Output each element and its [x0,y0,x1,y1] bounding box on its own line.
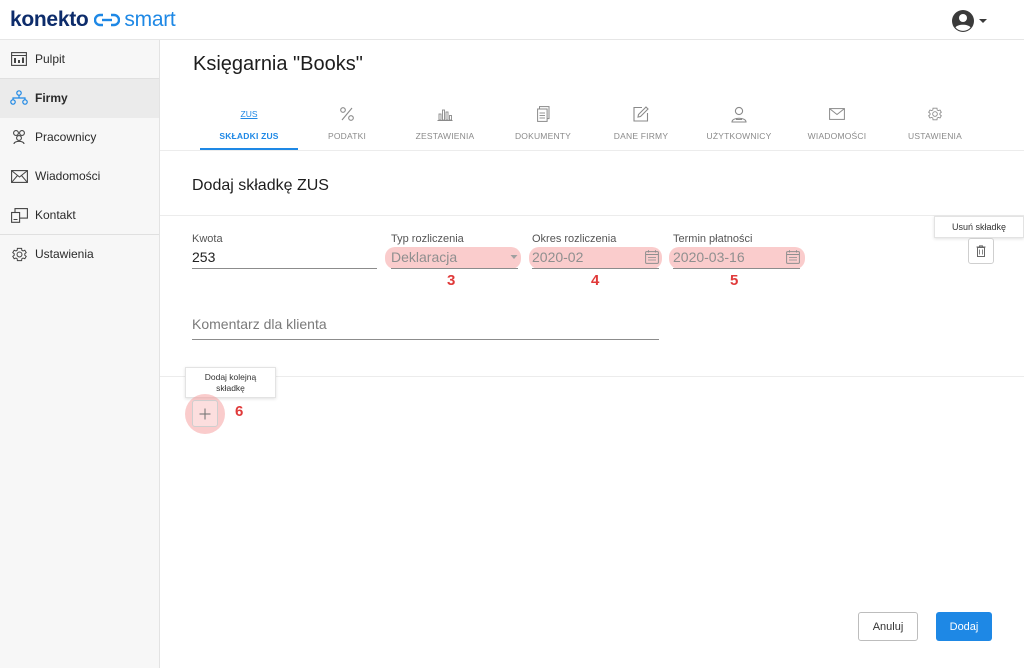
due-date-underline [673,268,800,269]
tab-label: ZESTAWIENIA [415,131,475,141]
due-date-input[interactable]: 2020-03-16 [673,248,800,266]
plus-icon [199,408,211,419]
submit-button[interactable]: Dodaj [936,612,992,641]
logo-link-icon [94,13,121,27]
bar-chart-icon [437,103,453,125]
add-tooltip: Dodaj kolejną składkę [185,367,276,398]
user-icon [731,103,747,125]
mail-icon [10,167,28,185]
companies-icon [10,89,28,107]
comment-input[interactable]: Komentarz dla klienta [192,316,659,336]
app-logo[interactable]: konekto smart [10,8,176,32]
sidebar-item-ustawienia[interactable]: Ustawienia [0,235,159,274]
section-divider [160,215,1024,216]
sidebar-item-kontakt[interactable]: Kontakt [0,196,159,235]
amount-field[interactable]: Kwota 253 [192,233,377,269]
annotation-4: 4 [591,272,600,289]
tab-ustawienia[interactable]: USTAWIENIA [886,98,984,150]
annotation-3: 3 [447,272,456,289]
main-content: Księgarnia "Books" ZUS SKŁADKI ZUS PODAT… [160,40,1024,668]
sidebar-item-label: Ustawienia [35,247,94,261]
settlement-type-text: Deklaracja [391,249,458,265]
sidebar-item-pulpit[interactable]: Pulpit [0,40,159,79]
calendar-icon[interactable] [645,250,659,264]
page-title: Księgarnia "Books" [193,53,363,75]
comment-field[interactable]: Komentarz dla klienta [192,316,659,340]
settlement-type-value[interactable]: Deklaracja [391,248,518,266]
calendar-icon[interactable] [786,250,800,264]
cancel-button[interactable]: Anuluj [858,612,918,641]
edit-icon [633,103,649,125]
sidebar-item-label: Pulpit [35,52,66,66]
tab-wiadomosci[interactable]: WIADOMOŚCI [788,98,886,150]
caret-down-icon [979,19,987,23]
period-field[interactable]: Okres rozliczenia 2020-02 [532,233,659,269]
tab-label: DANE FIRMY [613,131,669,141]
settlement-type-underline [391,268,518,269]
tab-dane-firmy[interactable]: DANE FIRMY [592,98,690,150]
annotation-6: 6 [235,403,244,420]
period-label: Okres rozliczenia [532,233,617,245]
section-title: Dodaj składkę ZUS [192,177,329,194]
contact-icon [10,206,28,224]
sidebar-item-label: Wiadomości [35,169,101,183]
amount-underline [192,268,377,269]
settlement-type-select[interactable]: Typ rozliczenia Deklaracja [391,233,518,269]
tab-zestawienia[interactable]: ZESTAWIENIA [396,98,494,150]
period-text: 2020-02 [532,249,584,265]
amount-label: Kwota [192,233,223,245]
comment-underline [192,339,659,340]
sidebar-item-pracownicy[interactable]: Pracownicy [0,118,159,157]
sidebar-item-label: Kontakt [35,208,76,222]
sidebar: Pulpit Firmy Pracownicy Wiadomości Konta… [0,40,160,668]
tab-uzytkownicy[interactable]: UŻYTKOWNICY [690,98,788,150]
logo-text-konekto: konekto [10,8,89,31]
trash-icon [976,245,986,257]
gear-icon [10,245,28,263]
settlement-type-label: Typ rozliczenia [391,233,464,245]
tab-label: DOKUMENTY [514,131,572,141]
tab-bar: ZUS SKŁADKI ZUS PODATKI ZESTAWIENIA DOKU… [200,98,984,150]
tab-podatki[interactable]: PODATKI [298,98,396,150]
tab-label: UŻYTKOWNICY [706,131,772,141]
amount-input[interactable]: 253 [192,248,377,266]
documents-icon [536,103,550,125]
dashboard-icon [10,50,28,68]
mail-icon [829,103,845,125]
delete-contribution-button[interactable] [968,238,994,264]
tabs-divider [160,150,1024,151]
sidebar-item-label: Pracownicy [35,130,97,144]
dropdown-arrow-icon [510,255,518,259]
tab-label: USTAWIENIA [908,131,962,141]
add-contribution-button[interactable] [192,400,218,427]
zus-icon: ZUS [240,109,258,119]
tab-label: SKŁADKI ZUS [219,131,279,141]
percent-icon [339,103,355,125]
gear-icon [927,103,943,125]
sidebar-item-wiadomosci[interactable]: Wiadomości [0,157,159,196]
employees-icon [10,128,28,146]
period-underline [532,268,659,269]
sidebar-item-label: Firmy [35,91,68,105]
user-menu[interactable] [951,9,988,33]
due-date-field[interactable]: Termin płatności 2020-03-16 [673,233,800,269]
annotation-5: 5 [730,272,739,289]
account-circle-icon [952,10,974,32]
tab-label: PODATKI [327,131,367,141]
logo-text-smart: smart [124,8,176,31]
form-divider [160,376,1024,377]
tab-skladki-zus[interactable]: ZUS SKŁADKI ZUS [200,98,298,150]
tab-label: WIADOMOŚCI [807,131,867,141]
top-bar: konekto smart [0,0,1024,40]
due-date-text: 2020-03-16 [673,249,745,265]
due-date-label: Termin płatności [673,233,753,245]
period-input[interactable]: 2020-02 [532,248,659,266]
sidebar-item-firmy[interactable]: Firmy [0,79,159,118]
delete-tooltip: Usuń składkę [934,216,1024,238]
tab-dokumenty[interactable]: DOKUMENTY [494,98,592,150]
